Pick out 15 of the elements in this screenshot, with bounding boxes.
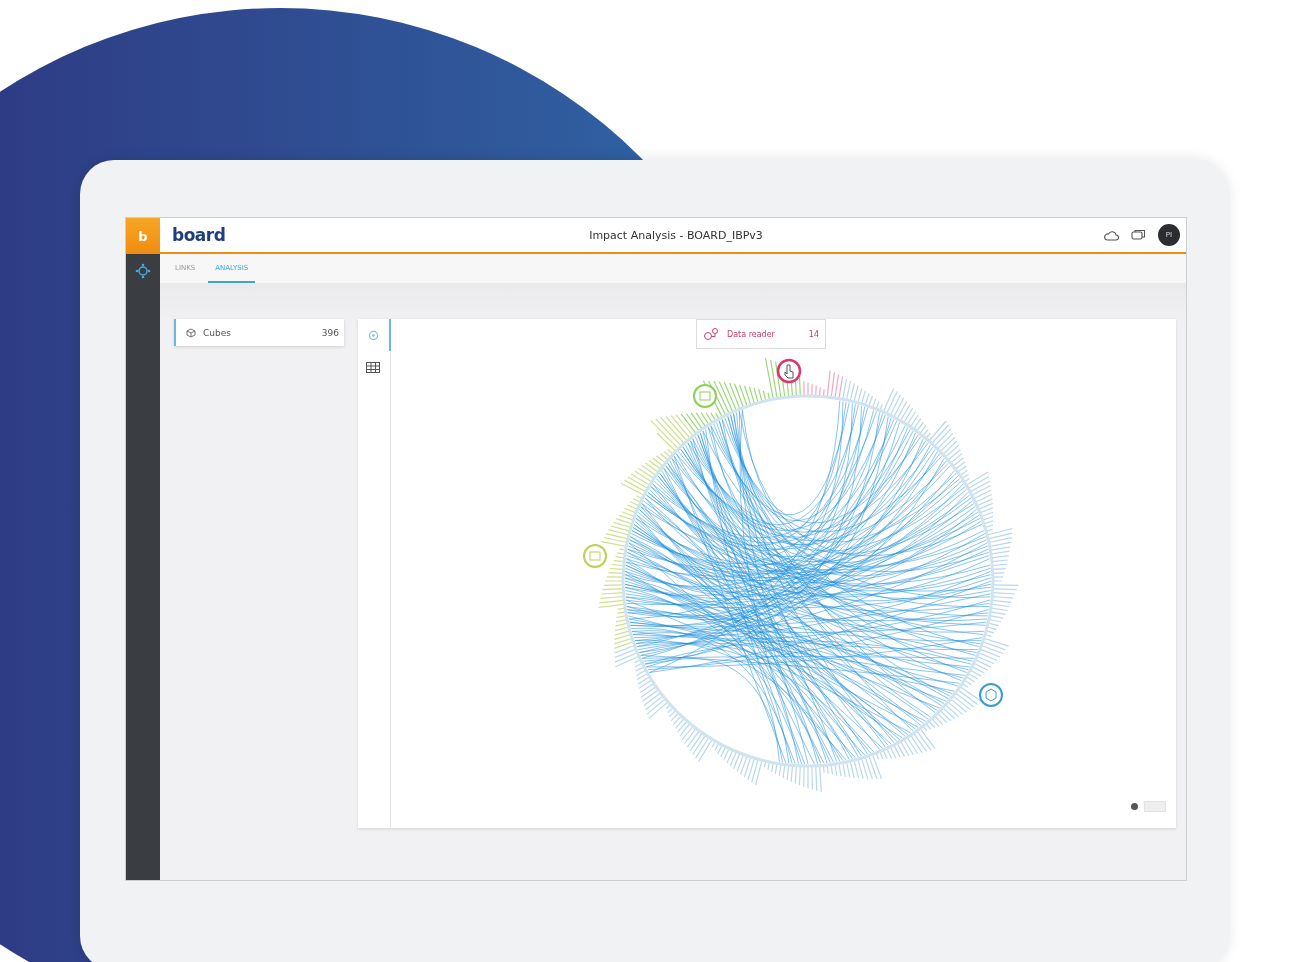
- tooltip-count: 14: [808, 329, 819, 339]
- hand-pointer-node-icon[interactable]: [776, 358, 802, 384]
- table-icon: [366, 361, 380, 373]
- cube-icon: [186, 327, 196, 338]
- logo: board: [172, 225, 226, 245]
- item-label: Cubes: [203, 327, 231, 338]
- fit-icon[interactable]: [1131, 803, 1138, 810]
- document-node-icon[interactable]: [693, 384, 717, 408]
- document-node-icon[interactable]: [583, 544, 607, 568]
- list-item[interactable]: Cubes 396: [174, 319, 344, 346]
- window-title: Impact Analysis - BOARD_IBPv3: [589, 228, 763, 242]
- app-badge[interactable]: b: [126, 218, 160, 254]
- item-count: 396: [321, 327, 339, 338]
- cloud-icon[interactable]: [1103, 229, 1119, 241]
- tooltip-label: Data reader: [727, 329, 775, 339]
